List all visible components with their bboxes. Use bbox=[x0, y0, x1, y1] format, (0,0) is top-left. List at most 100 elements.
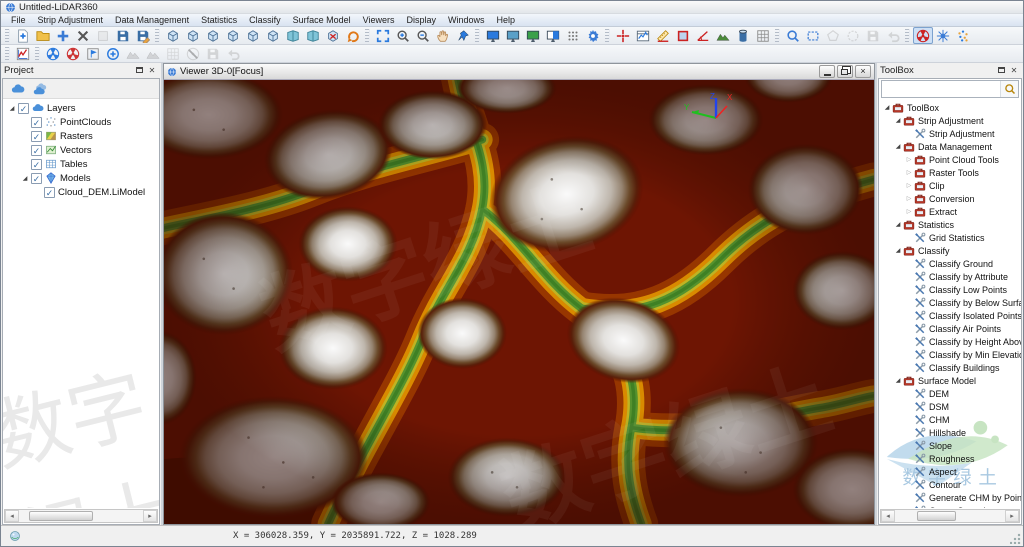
visibility-checkbox[interactable]: ✓ bbox=[31, 173, 42, 184]
tool-item-classify-low-points[interactable]: Classify Low Points bbox=[881, 283, 1021, 296]
viewer-close-button[interactable]: × bbox=[855, 65, 871, 78]
expander-icon[interactable]: ◢ bbox=[893, 117, 903, 124]
menu-windows[interactable]: Windows bbox=[442, 14, 491, 27]
project-item-vectors[interactable]: ✓Vectors bbox=[5, 143, 159, 157]
expander-icon[interactable]: ▷ bbox=[904, 182, 914, 189]
full-extent-button[interactable] bbox=[373, 27, 393, 44]
menu-data-management[interactable]: Data Management bbox=[109, 14, 195, 27]
display-by-class-button[interactable] bbox=[913, 27, 933, 44]
toolbox-float-button[interactable] bbox=[995, 65, 1007, 76]
back-view-button[interactable] bbox=[263, 27, 283, 44]
toolbox-hscrollbar[interactable]: ◂ ▸ bbox=[880, 509, 1020, 523]
display-by-mix-button[interactable] bbox=[953, 27, 973, 44]
menu-statistics[interactable]: Statistics bbox=[195, 14, 243, 27]
tool-item-conversion[interactable]: ▷Conversion bbox=[881, 192, 1021, 205]
project-item-pointclouds[interactable]: ✓PointClouds bbox=[5, 115, 159, 129]
toolbox-search-input[interactable] bbox=[882, 82, 1000, 96]
select-rectangle-button[interactable] bbox=[803, 27, 823, 44]
tool-item-roughness[interactable]: Roughness bbox=[881, 452, 1021, 465]
project-item-tables[interactable]: ✓Tables bbox=[5, 157, 159, 171]
toolbox-close-button[interactable]: ✕ bbox=[1008, 65, 1020, 76]
remove-button[interactable] bbox=[73, 27, 93, 44]
tool-item-gauss-smooth[interactable]: Gauss Smooth bbox=[881, 504, 1021, 508]
measure-area-button[interactable] bbox=[673, 27, 693, 44]
expander-icon[interactable]: ◢ bbox=[882, 104, 892, 111]
tool-item-classify-by-attribute[interactable]: Classify by Attribute bbox=[881, 270, 1021, 283]
orbit-button[interactable] bbox=[343, 27, 363, 44]
tool-item-classify-by-below-surface[interactable]: Classify by Below Surface bbox=[881, 296, 1021, 309]
split-viewer-button[interactable] bbox=[543, 27, 563, 44]
tool-item-slope[interactable]: Slope bbox=[881, 439, 1021, 452]
project-float-button[interactable] bbox=[133, 65, 145, 76]
expander-icon[interactable]: ◢ bbox=[20, 175, 30, 182]
expander-icon[interactable]: ▷ bbox=[904, 208, 914, 215]
class-blue-button[interactable] bbox=[43, 45, 63, 62]
measure-distance-button[interactable] bbox=[653, 27, 673, 44]
tool-item-strip-adjustment[interactable]: Strip Adjustment bbox=[881, 127, 1021, 140]
menu-help[interactable]: Help bbox=[491, 14, 522, 27]
tool-item-classify[interactable]: ◢Classify bbox=[881, 244, 1021, 257]
map-viewer-button[interactable] bbox=[523, 27, 543, 44]
scroll-thumb[interactable] bbox=[917, 511, 956, 521]
tool-item-classify-isolated-points[interactable]: Classify Isolated Points bbox=[881, 309, 1021, 322]
new-viewer-button[interactable] bbox=[483, 27, 503, 44]
tool-item-grid-statistics[interactable]: Grid Statistics bbox=[881, 231, 1021, 244]
front-view-button[interactable] bbox=[243, 27, 263, 44]
plot-chart-button[interactable] bbox=[13, 45, 33, 62]
bottom-view-button[interactable] bbox=[183, 27, 203, 44]
tool-item-surface-model[interactable]: ◢Surface Model bbox=[881, 374, 1021, 387]
class-red-button[interactable] bbox=[63, 45, 83, 62]
tool-item-generate-chm-by-point-clou[interactable]: Generate CHM by Point Clou bbox=[881, 491, 1021, 504]
visibility-checkbox[interactable]: ✓ bbox=[31, 131, 42, 142]
add-pointcloud-button[interactable] bbox=[7, 80, 29, 98]
tool-item-statistics[interactable]: ◢Statistics bbox=[881, 218, 1021, 231]
measure-angle-button[interactable] bbox=[693, 27, 713, 44]
tool-item-data-management[interactable]: ◢Data Management bbox=[881, 140, 1021, 153]
tool-item-classify-air-points[interactable]: Classify Air Points bbox=[881, 322, 1021, 335]
tool-item-extract[interactable]: ▷Extract bbox=[881, 205, 1021, 218]
tool-item-strip-adjustment[interactable]: ◢Strip Adjustment bbox=[881, 114, 1021, 127]
expander-icon[interactable]: ◢ bbox=[893, 377, 903, 384]
reset-view-button[interactable] bbox=[323, 27, 343, 44]
project-item-layers[interactable]: ◢✓Layers bbox=[5, 101, 159, 115]
zoom-in-button[interactable] bbox=[393, 27, 413, 44]
scroll-right-button[interactable]: ▸ bbox=[1005, 510, 1019, 522]
scroll-track[interactable] bbox=[895, 510, 1005, 522]
open-project-button[interactable] bbox=[33, 27, 53, 44]
add-sample-button[interactable] bbox=[103, 45, 123, 62]
project-hscrollbar[interactable]: ◂ ▸ bbox=[4, 509, 158, 523]
display-wireframe-button[interactable] bbox=[933, 27, 953, 44]
visibility-checkbox[interactable]: ✓ bbox=[31, 145, 42, 156]
profile-viewer-button[interactable] bbox=[503, 27, 523, 44]
tool-item-hillshade[interactable]: Hillshade bbox=[881, 426, 1021, 439]
pan-button[interactable] bbox=[433, 27, 453, 44]
tool-item-classify-buildings[interactable]: Classify Buildings bbox=[881, 361, 1021, 374]
tool-item-contour[interactable]: Contour bbox=[881, 478, 1021, 491]
pick-coordinate-button[interactable] bbox=[613, 27, 633, 44]
scroll-left-button[interactable]: ◂ bbox=[881, 510, 895, 522]
top-view-button[interactable] bbox=[163, 27, 183, 44]
menu-display[interactable]: Display bbox=[401, 14, 443, 27]
right-view-button[interactable] bbox=[223, 27, 243, 44]
save-button[interactable] bbox=[113, 27, 133, 44]
project-item-models[interactable]: ◢✓Models bbox=[5, 171, 159, 185]
expander-icon[interactable]: ▷ bbox=[904, 169, 914, 176]
tool-item-classify-by-min-elevation[interactable]: Classify by Min Elevation bbox=[881, 348, 1021, 361]
pick-point-button[interactable] bbox=[453, 27, 473, 44]
viewer-settings-button[interactable] bbox=[583, 27, 603, 44]
viewer-restore-button[interactable] bbox=[837, 65, 853, 78]
sample-flag-button[interactable] bbox=[83, 45, 103, 62]
menu-classify[interactable]: Classify bbox=[243, 14, 287, 27]
add-button[interactable] bbox=[53, 27, 73, 44]
menu-surface-model[interactable]: Surface Model bbox=[287, 14, 357, 27]
save-as-button[interactable] bbox=[133, 27, 153, 44]
add-data-button[interactable] bbox=[13, 27, 33, 44]
expander-icon[interactable]: ▷ bbox=[904, 195, 914, 202]
tool-item-point-cloud-tools[interactable]: ▷Point Cloud Tools bbox=[881, 153, 1021, 166]
tool-item-raster-tools[interactable]: ▷Raster Tools bbox=[881, 166, 1021, 179]
tool-item-classify-ground[interactable]: Classify Ground bbox=[881, 257, 1021, 270]
project-item-cloud-dem-limodel[interactable]: ✓Cloud_DEM.LiModel bbox=[5, 185, 159, 199]
project-item-rasters[interactable]: ✓Rasters bbox=[5, 129, 159, 143]
resize-grip[interactable] bbox=[1010, 533, 1021, 544]
viewer-title-bar[interactable]: Viewer 3D-0[Focus] × bbox=[163, 63, 875, 80]
